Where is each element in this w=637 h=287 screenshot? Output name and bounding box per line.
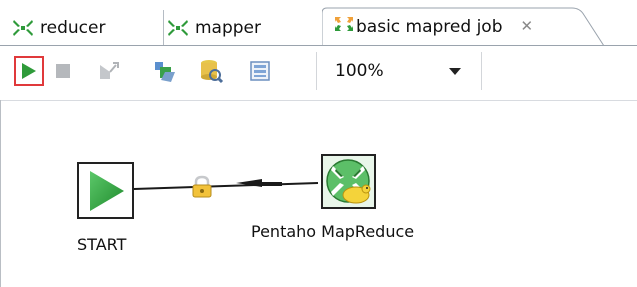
sql-button[interactable] bbox=[149, 56, 179, 86]
tab-label: mapper bbox=[195, 17, 262, 38]
start-entry[interactable] bbox=[77, 162, 134, 219]
pentaho-mapreduce-icon bbox=[321, 154, 376, 209]
tab-basic-mapred-job[interactable]: basic mapred job ✕ bbox=[322, 7, 610, 46]
lock-icon[interactable] bbox=[190, 175, 214, 203]
canvas-border bbox=[0, 100, 1, 287]
close-icon[interactable]: ✕ bbox=[521, 19, 534, 34]
tab-mapper[interactable]: mapper bbox=[167, 9, 317, 46]
pentaho-mapreduce-label: Pentaho MapReduce bbox=[251, 222, 415, 241]
pentaho-mapreduce-entry[interactable] bbox=[320, 153, 377, 210]
start-label: START bbox=[77, 235, 127, 254]
run-button[interactable] bbox=[14, 56, 44, 86]
run-icon bbox=[22, 63, 36, 79]
cancel-icon bbox=[100, 62, 119, 79]
layout-button[interactable] bbox=[245, 56, 275, 86]
database-explore-icon bbox=[201, 60, 224, 84]
sql-icon bbox=[155, 62, 175, 82]
tab-reducer[interactable]: reducer bbox=[12, 9, 162, 46]
tab-divider bbox=[163, 10, 164, 45]
tab-label: basic mapred job bbox=[356, 16, 503, 37]
start-icon bbox=[89, 170, 124, 211]
stop-button[interactable] bbox=[48, 56, 78, 86]
chevron-down-icon bbox=[449, 67, 461, 75]
cancel-button[interactable] bbox=[94, 56, 124, 86]
transformation-icon bbox=[167, 18, 189, 38]
transformation-icon bbox=[12, 18, 34, 38]
job-toolbar: 100% bbox=[0, 46, 637, 100]
job-icon bbox=[332, 13, 356, 40]
editor-tab-bar: reducer mapper basic mapred job ✕ bbox=[0, 0, 637, 46]
tab-label: reducer bbox=[40, 17, 106, 38]
job-canvas[interactable]: START Pentaho MapReduce bbox=[0, 100, 637, 287]
layout-icon bbox=[250, 61, 270, 81]
stop-icon bbox=[56, 64, 70, 78]
toolbar-separator bbox=[316, 52, 317, 90]
database-explore-button[interactable] bbox=[196, 56, 226, 86]
toolbar-separator bbox=[481, 52, 482, 90]
zoom-value: 100% bbox=[335, 61, 384, 81]
zoom-dropdown[interactable]: 100% bbox=[325, 52, 473, 90]
